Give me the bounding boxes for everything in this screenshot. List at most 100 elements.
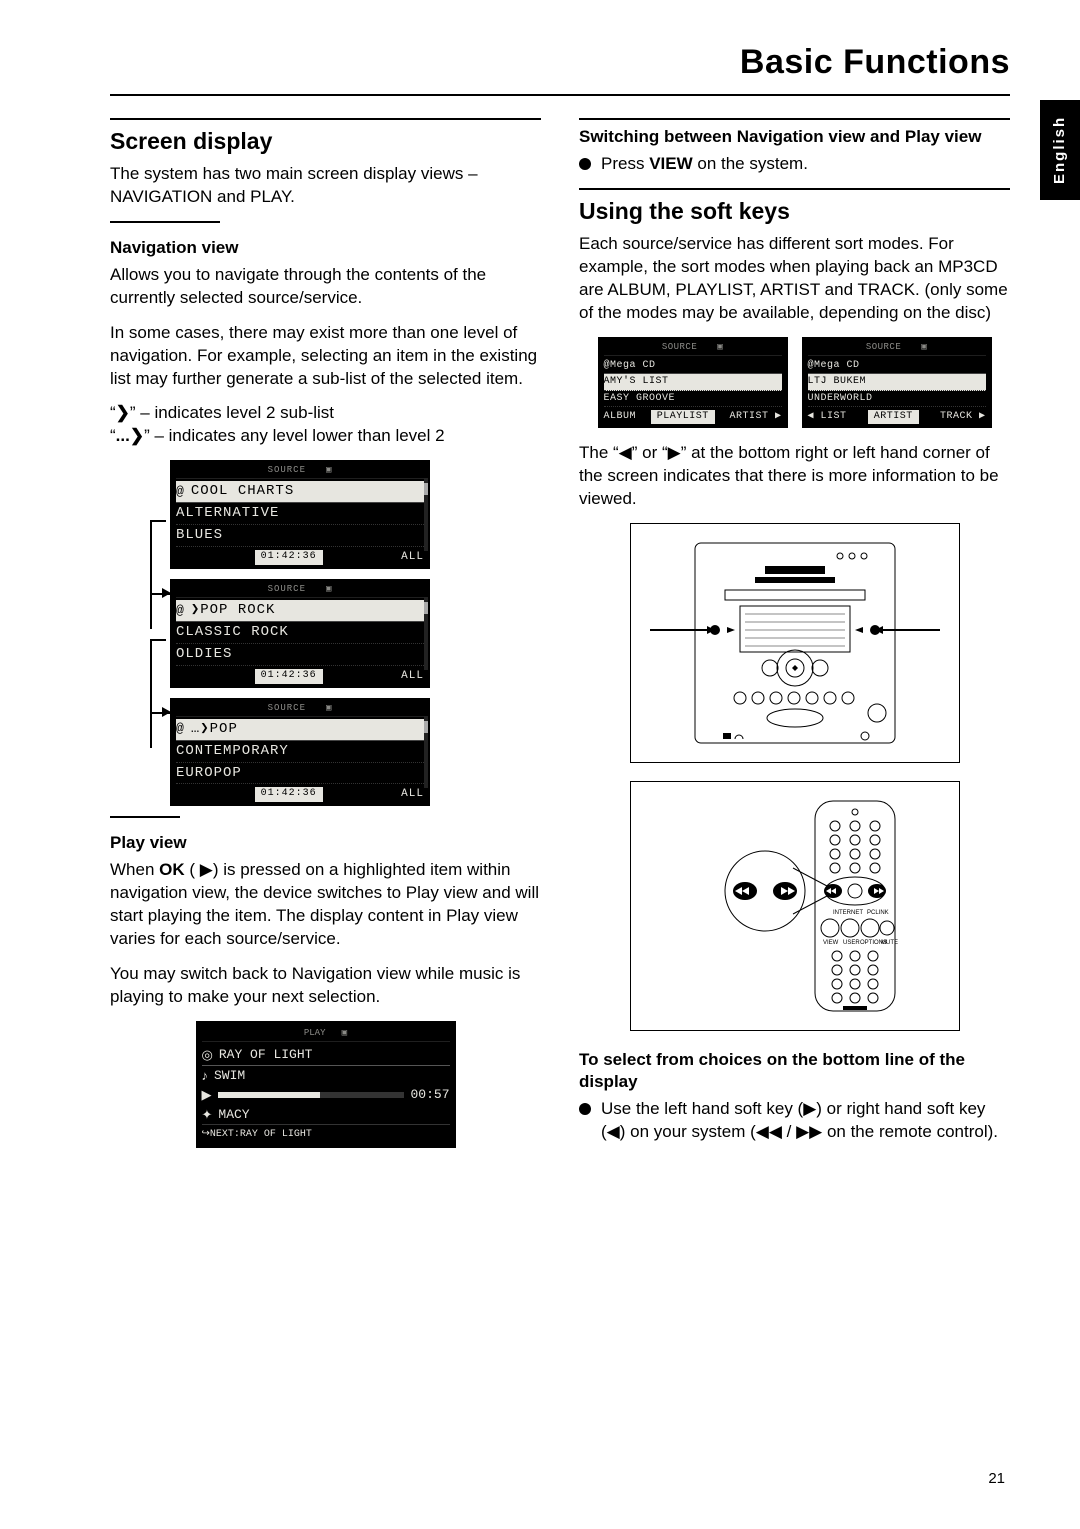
next-icon: ↪ <box>202 1128 210 1139</box>
nav-paragraph-1: Allows you to navigate through the conte… <box>110 264 541 310</box>
pp1a: When <box>110 860 159 879</box>
play-paragraph-2: You may switch back to Navigation view w… <box>110 963 541 1009</box>
lcdA-row2: EASY GROOVE <box>604 391 782 408</box>
soft-paragraph-2: The “◀” or “▶” at the bottom right or le… <box>579 442 1010 511</box>
language-tab: English <box>1040 100 1080 200</box>
lcd3-time: 01:42:36 <box>255 787 323 802</box>
lcd3-row1: CONTEMPORARY <box>176 741 424 763</box>
lcd-screen-1: SOURCE▣ @COOL CHARTS ALTERNATIVE BLUES 0… <box>170 460 430 569</box>
lcd2-row1: CLASSIC ROCK <box>176 622 424 644</box>
nav-paragraph-2: In some cases, there may exist more than… <box>110 322 541 391</box>
section-rule <box>110 118 541 120</box>
lcdA-header: @Mega CD <box>604 359 656 373</box>
note-icon: ♪ <box>202 1067 209 1085</box>
lcd1-time: 01:42:36 <box>255 550 323 565</box>
lcd1-row2: BLUES <box>176 525 424 547</box>
svg-text:INTERNET: INTERNET <box>833 910 863 916</box>
progress-bar <box>218 1092 405 1098</box>
sub-rule <box>110 221 220 223</box>
play-time: 00:57 <box>410 1086 449 1104</box>
play-icon: ▶ <box>202 1086 212 1104</box>
left-column: Screen display The system has two main s… <box>110 118 541 1156</box>
lcdA-fr: ARTIST ▶ <box>729 410 781 424</box>
lcd1-header: COOL CHARTS <box>191 482 294 501</box>
view-label: VIEW <box>649 154 692 173</box>
svg-text:USER: USER <box>843 940 860 946</box>
lcd-screen-3: SOURCE▣ @…❯POP CONTEMPORARY EUROPOP 01:4… <box>170 698 430 807</box>
play-track: SWIM <box>214 1067 245 1085</box>
system-diagram <box>630 523 960 763</box>
intro-text: The system has two main screen display v… <box>110 163 541 209</box>
lcdA-fm: PLAYLIST <box>651 410 715 424</box>
lcd-wrap-2: SOURCE▣ @❯POP ROCK CLASSIC ROCK OLDIES 0… <box>140 579 541 688</box>
svg-text:VIEW: VIEW <box>823 940 839 946</box>
scrollbar-icon <box>424 597 428 670</box>
sub-rule-2 <box>110 816 180 818</box>
internet-icon: @ <box>176 602 185 620</box>
lcd-sort-b: SOURCE▣ @Mega CD LTJ BUKEM UNDERWORLD ◀ … <box>802 337 992 428</box>
play-artist: MACY <box>218 1106 249 1124</box>
play-lcd-screen: PLAY ▣ ◎RAY OF LIGHT ♪SWIM ▶00:57 ✦MACY … <box>196 1021 456 1148</box>
internet-icon: @ <box>176 720 185 738</box>
section-rule-r2 <box>579 188 1010 190</box>
lcd2-header: ❯POP ROCK <box>191 601 276 620</box>
bullet-select-text: Use the left hand soft key (▶) or right … <box>601 1098 1010 1144</box>
internet-icon: @ <box>176 483 185 501</box>
lcd2-time: 01:42:36 <box>255 669 323 684</box>
remote-diagram: INTERNET PCLINK VIEW USER OPTIONS MUTE <box>630 781 960 1031</box>
play-paragraph-1: When OK ( ▶) is pressed on a highlighted… <box>110 859 541 951</box>
page-number: 21 <box>988 1469 1005 1489</box>
lcd-wrap-3: SOURCE▣ @…❯POP CONTEMPORARY EUROPOP 01:4… <box>140 698 541 807</box>
manual-page: English Basic Functions Screen display T… <box>0 0 1080 1529</box>
lcdB-fr: TRACK ▶ <box>940 410 986 424</box>
lcd-sort-a: SOURCE▣ @Mega CD AMY'S LIST EASY GROOVE … <box>598 337 788 428</box>
right-column: Switching between Navigation view and Pl… <box>579 118 1010 1156</box>
ind2-text: ” – indicates any level lower than level… <box>144 426 445 445</box>
ind1-text: ” – indicates level 2 sub-list <box>130 403 334 422</box>
lcdB-header: @Mega CD <box>808 359 860 373</box>
connect-1 <box>140 460 170 569</box>
subhead-switching: Switching between Navigation view and Pl… <box>579 126 1010 149</box>
connect-2 <box>140 579 170 688</box>
bullet-text: Press VIEW on the system. <box>601 153 1010 176</box>
svg-text:PCLINK: PCLINK <box>867 910 889 916</box>
lcd3-header: …❯POP <box>191 720 238 739</box>
subhead-select-bottom: To select from choices on the bottom lin… <box>579 1049 1010 1095</box>
chapter-title: Basic Functions <box>110 40 1010 86</box>
lcd2-row2: OLDIES <box>176 644 424 666</box>
scrollbar-icon <box>424 478 428 551</box>
navigation-lcd-stack: SOURCE▣ @COOL CHARTS ALTERNATIVE BLUES 0… <box>140 460 541 806</box>
level2-glyph: ❯ <box>116 403 130 422</box>
lcd1-row1: ALTERNATIVE <box>176 503 424 525</box>
svg-text:MUTE: MUTE <box>881 940 898 946</box>
subhead-play-view: Play view <box>110 832 541 855</box>
bullet-icon <box>579 158 591 170</box>
bullet-icon <box>579 1103 591 1115</box>
soft-paragraph-1: Each source/service has different sort m… <box>579 233 1010 325</box>
indicator-line-1: “❯” – indicates level 2 sub-list “...❯” … <box>110 402 541 448</box>
bullet-select: Use the left hand soft key (▶) or right … <box>579 1098 1010 1144</box>
two-column-layout: Screen display The system has two main s… <box>110 118 1010 1156</box>
artist-icon: ✦ <box>202 1106 213 1124</box>
lcdB-row1: LTJ BUKEM <box>808 374 986 391</box>
lcdB-fl: ◀ LIST <box>808 410 847 424</box>
lcd1-right: ALL <box>401 550 424 565</box>
lcd2-right: ALL <box>401 669 424 684</box>
sw-pre: Press <box>601 154 649 173</box>
lcd3-right: ALL <box>401 787 424 802</box>
disc-icon: ◎ <box>202 1046 213 1064</box>
play-title: RAY OF LIGHT <box>219 1046 313 1064</box>
lcdA-fl: ALBUM <box>604 410 637 424</box>
lower-level-glyph: ...❯ <box>116 426 144 445</box>
section-rule-r1 <box>579 118 1010 120</box>
lcdA-row1: AMY'S LIST <box>604 374 782 391</box>
section-screen-display: Screen display <box>110 126 541 157</box>
lcd3-row2: EUROPOP <box>176 763 424 785</box>
header-rule <box>110 94 1010 96</box>
lcd-screen-2: SOURCE▣ @❯POP ROCK CLASSIC ROCK OLDIES 0… <box>170 579 430 688</box>
scrollbar-icon <box>424 716 428 789</box>
lcdB-row2: UNDERWORLD <box>808 391 986 408</box>
lcd-wrap-1: SOURCE▣ @COOL CHARTS ALTERNATIVE BLUES 0… <box>140 460 541 569</box>
sw-post: on the system. <box>693 154 808 173</box>
system-svg <box>645 538 945 748</box>
